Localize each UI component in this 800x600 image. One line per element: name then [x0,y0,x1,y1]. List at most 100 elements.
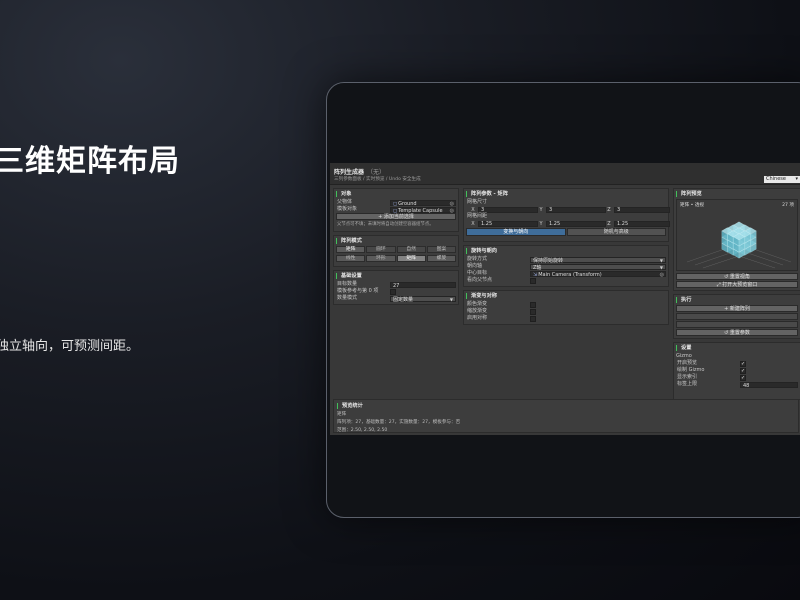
show-index-checkbox[interactable]: ✓ [740,374,746,381]
quantity-mode-value: 固定数量 [393,296,414,303]
symmetry-checkbox[interactable] [530,315,536,322]
preview-panel-header: 阵列预览 [676,191,798,197]
spacing-label-row: 网格间距 [466,213,666,220]
mode-tab-ring[interactable]: 圆环 [366,246,396,253]
center-target-label: 中心目标 [467,270,488,276]
object-picker-icon[interactable]: ◎ [450,208,454,214]
array-generator-window: 阵列生成器 （无） 三列参数面板 / 实时预览 / Undo 安全生成 Chine… [330,163,800,435]
submode-tab-linear[interactable]: 线性 [336,255,366,262]
mode-tab-matrix[interactable]: 矩阵 [336,246,366,253]
axis-x-label: X [471,206,475,213]
mode-panel: 阵列模式 矩阵 圆环 自然 图案 线性 环形 矩阵 螺旋 [333,235,459,267]
face-parent-checkbox[interactable] [530,277,536,284]
enable-preview-label: 开启预览 [677,360,698,366]
template-object-field[interactable]: ◻Template Capsule ◎ [390,206,456,214]
draw-gizmo-checkbox[interactable]: ✓ [740,367,746,374]
face-parent-row: 看向父节点 [466,277,666,284]
rotation-mode-row: 旋转方式 保持原始旋转 ▼ [466,256,666,264]
open-large-preview-button[interactable]: ⤢ 打开大预览窗口 [676,281,798,288]
tab-transform-orientation[interactable]: 变换与朝向 [466,228,566,236]
chevron-down-icon: ▾ [795,176,798,182]
disabled-action-button-2 [676,321,798,328]
center-target-field[interactable]: ⇲Main Camera (Transform) ◎ [530,270,666,278]
color-gradient-label: 颜色渐变 [467,301,488,307]
scale-gradient-row: 缩放渐变 [466,308,666,315]
reset-view-button[interactable]: ↺ 重置视角 [676,273,798,280]
count-input[interactable]: 27 [390,281,456,289]
grid-size-row: X 3 Y 3 Z 3 [466,206,670,213]
parent-row: 父物体 ◻Ground ◎ [336,199,456,207]
mode-tab-pattern[interactable]: 图案 [426,246,456,253]
grid-size-z-field[interactable]: Z 3 [606,206,670,213]
count-label: 目标数量 [337,281,358,287]
axis-row: 朝向轴 Z轴 ▼ [466,263,666,271]
face-parent-label: 看向父节点 [467,277,493,283]
spacing-z-value: 1.25 [614,220,670,227]
submode-tab-matrix[interactable]: 矩阵 [396,255,426,262]
quantity-mode-row: 数量模式 固定数量 ▼ [336,295,456,303]
stats-line-range: 范围：2.50, 2.50, 2.50 [337,428,388,433]
window-title-text: 阵列生成器 [334,169,365,176]
array-preview-viewport[interactable]: 矩阵 • 透视 27 项 [676,199,798,271]
stats-mode: 矩阵 [337,412,347,417]
rotation-panel: 旋转与朝向 旋转方式 保持原始旋转 ▼ 朝向轴 Z轴 ▼ 中心目标 ⇲Main … [463,245,669,287]
spacing-y-field[interactable]: Y 1.25 [538,220,606,227]
template-ref-checkbox[interactable] [390,288,396,295]
settings-panel-header: 设置 [676,345,798,351]
slide-description: 独立轴向，可预测间距。 [0,339,140,354]
tab-random-advanced[interactable]: 随机与高级 [566,228,666,236]
chevron-down-icon: ▼ [449,296,453,302]
right-column: 阵列预览 矩阵 • 透视 27 项 ↺ 重置视角 ⤢ 打开大预览窗口 执行 + … [673,188,800,403]
object-panel: 对象 父物体 ◻Ground ◎ 模板对象 ◻Template Capsule … [333,188,459,232]
window-title: 阵列生成器 （无） [334,167,385,176]
grid-size-label: 网格尺寸 [467,199,488,205]
scale-gradient-checkbox[interactable] [530,308,536,315]
mode-panel-header: 阵列模式 [336,238,456,244]
grid-size-y-field[interactable]: Y 3 [538,206,606,213]
gradient-panel-header: 渐变与对称 [466,293,666,299]
count-row: 目标数量 27 [336,281,456,289]
middle-column: 阵列参数 - 矩阵 网格尺寸 X 3 Y 3 Z 3 网格间距 X 1.25 Y… [463,188,670,328]
submode-tabs: 线性 环形 矩阵 螺旋 [336,255,456,262]
basic-settings-header: 基础设置 [336,273,456,279]
submode-tab-circular[interactable]: 环形 [366,255,396,262]
parent-object-field[interactable]: ◻Ground ◎ [390,199,456,207]
scale-gradient-label: 缩放渐变 [467,308,488,314]
show-index-row: 显示索引 ✓ [676,374,798,381]
spacing-z-field[interactable]: Z 1.25 [606,220,670,227]
spacing-row: X 1.25 Y 1.25 Z 1.25 [466,220,670,227]
enable-preview-checkbox[interactable]: ✓ [740,360,746,367]
template-ref-label: 模板参考与第 0 项 [337,288,379,294]
draw-gizmo-row: 绘制 Gizmo ✓ [676,367,798,374]
mode-tab-natural[interactable]: 自然 [396,246,426,253]
color-gradient-checkbox[interactable] [530,301,536,308]
new-array-button[interactable]: + 新建阵列 [676,305,798,312]
show-index-label: 显示索引 [677,374,698,380]
execute-panel-header: 执行 [676,297,798,303]
grid-size-x-field[interactable]: X 3 [470,206,538,213]
add-selection-button[interactable]: + 添加当前选择 [336,213,456,220]
quantity-mode-dropdown[interactable]: 固定数量 ▼ [390,295,456,303]
execute-panel: 执行 + 新建阵列 ↺ 重置参数 [673,294,800,339]
symmetry-row: 启用对称 [466,315,666,322]
spacing-x-field[interactable]: X 1.25 [470,220,538,227]
window-title-suffix: （无） [367,169,386,176]
axis-z-label: Z [607,220,611,227]
submode-tab-spiral[interactable]: 螺旋 [426,255,456,262]
label-limit-input[interactable]: 48 [740,381,798,389]
rotation-mode-dropdown[interactable]: 保持原始旋转 ▼ [530,256,666,264]
grid-size-y-value: 3 [546,206,606,213]
gradient-panel: 渐变与对称 颜色渐变 缩放渐变 启用对称 [463,290,669,325]
left-column: 对象 父物体 ◻Ground ◎ 模板对象 ◻Template Capsule … [333,188,459,308]
stats-line-counts: 阵列项：27，基础数量：27，实施数量：27，模板参与：否 [337,420,461,425]
axis-dropdown[interactable]: Z轴 ▼ [530,263,666,271]
language-select[interactable]: Chinese ▾ [764,176,800,183]
reset-params-button[interactable]: ↺ 重置参数 [676,329,798,336]
quantity-mode-label: 数量模式 [337,295,358,301]
cube-array [721,221,757,259]
grid-size-z-value: 3 [614,206,670,213]
settings-panel: 设置 Gizmo 开启预览 ✓ 绘制 Gizmo ✓ 显示索引 ✓ 标签上限 4… [673,342,800,400]
axis-y-label: Y [539,206,543,213]
spacing-x-value: 1.25 [478,220,538,227]
draw-gizmo-label: 绘制 Gizmo [677,367,705,373]
